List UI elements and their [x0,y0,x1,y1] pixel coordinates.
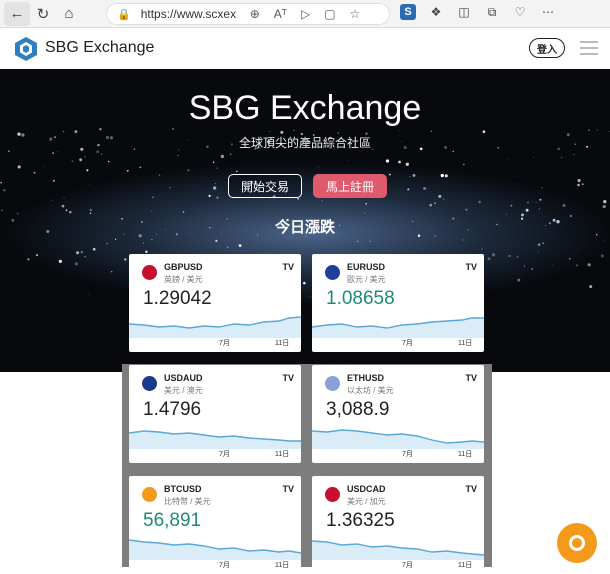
home-icon[interactable]: ⌂ [56,2,82,26]
currency-flag-icon [325,265,340,280]
currency-flag-icon [142,376,157,391]
tradingview-icon[interactable]: TV [465,373,477,383]
symbol: BTCUSD [164,484,202,494]
pair-name: 歐元 / 美元 [347,275,386,284]
axis-label-day: 11日 [275,340,290,347]
currency-flag-icon [325,376,340,391]
symbol: USDCAD [347,484,386,494]
axis-label-month: 7月 [219,562,230,569]
sbg-logo-icon[interactable] [14,36,38,62]
sparkline-chart [129,430,301,449]
currency-flag-icon [142,487,157,502]
symbol: ETHUSD [347,373,385,383]
browser-essentials-icon[interactable]: ♡ [512,4,528,20]
extension-puzzle-icon[interactable]: ❖ [428,4,444,20]
tradingview-icon[interactable]: TV [282,373,294,383]
favorite-star-icon[interactable]: ☆ [350,7,361,21]
pair-name: 比特幣 / 美元 [164,497,211,506]
sparkline-chart [312,429,484,449]
price: 56,891 [143,510,202,531]
sparkline-chart [129,316,301,338]
price: 1.4796 [143,399,202,420]
extension-s-icon[interactable]: S [400,4,416,20]
pair-name: 美元 / 澳元 [164,386,203,395]
currency-flag-icon [142,265,157,280]
start-trading-button[interactable]: 開始交易 [228,174,302,198]
market-card-usdaud[interactable]: USDAUD 美元 / 澳元 TV 1.4796 7月 11日 [129,365,301,463]
hamburger-menu-icon[interactable] [580,41,598,59]
back-arrow-icon[interactable]: ← [4,1,30,26]
symbol: EURUSD [347,262,386,272]
tradingview-icon[interactable]: TV [282,484,294,494]
sparkline-chart [312,317,484,338]
register-button[interactable]: 馬上註冊 [313,174,387,198]
zoom-icon[interactable]: ⊕ [250,7,260,21]
market-card-gbpusd[interactable]: GBPUSD 英鎊 / 美元 TV 1.29042 7月 11日 [129,254,301,352]
media-icon[interactable]: ▷ [301,7,310,21]
hero-banner: SBG Exchange 全球頂尖的產品綜合社區 開始交易 馬上註冊 今日漲跌 [0,69,610,372]
section-title: 今日漲跌 [274,219,335,236]
tradingview-icon[interactable]: TV [282,262,294,272]
sparkline-chart [129,539,301,560]
logo-text[interactable]: SBG Exchange [45,39,154,57]
refresh-icon[interactable]: ↻ [30,2,56,26]
currency-flag-icon [325,487,340,502]
axis-label-month: 7月 [402,451,413,458]
hero-title: SBG Exchange [188,89,422,127]
market-card-eurusd[interactable]: EURUSD 歐元 / 美元 TV 1.08658 7月 11日 [312,254,484,352]
tradingview-icon[interactable]: TV [465,262,477,272]
axis-label-month: 7月 [402,562,413,569]
lock-icon: 🔒 [117,8,131,21]
axis-label-day: 11日 [458,451,473,458]
address-bar[interactable]: 🔒 https://www.scxex... ⊕ Aᵀ ▷ ▢ ☆ [106,3,390,25]
read-aloud-icon[interactable]: Aᵀ [274,7,287,21]
market-card-ethusd[interactable]: ETHUSD 以太坊 / 美元 TV 3,088.9 7月 11日 [312,365,484,463]
axis-label-month: 7月 [219,451,230,458]
pair-name: 英鎊 / 美元 [164,275,203,284]
market-card-usdcad[interactable]: USDCAD 美元 / 加元 TV 1.36325 7月 11日 [312,476,484,574]
pair-name: 美元 / 加元 [347,497,386,506]
axis-label-day: 11日 [275,562,290,569]
more-options-icon[interactable]: ⋯ [540,4,556,20]
pair-name: 以太坊 / 美元 [347,386,394,395]
chat-icon [569,535,585,551]
chat-support-button[interactable] [557,523,597,563]
axis-label-month: 7月 [219,340,230,347]
axis-label-day: 11日 [458,562,473,569]
price: 3,088.9 [326,399,390,420]
url-text: https://www.scxex... [140,7,236,21]
symbol: GBPUSD [164,262,203,272]
split-screen-icon[interactable]: ◫ [456,4,472,20]
price: 1.29042 [143,288,212,309]
collections-icon[interactable]: ⧉ [484,4,500,20]
browser-toolbar: ← ↻ ⌂ 🔒 https://www.scxex... ⊕ Aᵀ ▷ ▢ ☆ … [0,0,610,28]
sparkline-chart [312,540,484,560]
hero-subtitle: 全球頂尖的產品綜合社區 [238,136,371,150]
axis-label-month: 7月 [402,340,413,347]
site-header: SBG Exchange 登入 [0,29,610,69]
reader-view-icon[interactable]: ▢ [324,7,335,21]
tradingview-icon[interactable]: TV [465,484,477,494]
price: 1.08658 [326,288,395,309]
market-card-btcusd[interactable]: BTCUSD 比特幣 / 美元 TV 56,891 7月 11日 [129,476,301,574]
axis-label-day: 11日 [275,451,290,458]
price: 1.36325 [326,510,395,531]
symbol: USDAUD [164,373,203,383]
login-button[interactable]: 登入 [529,38,565,58]
axis-label-day: 11日 [458,340,473,347]
